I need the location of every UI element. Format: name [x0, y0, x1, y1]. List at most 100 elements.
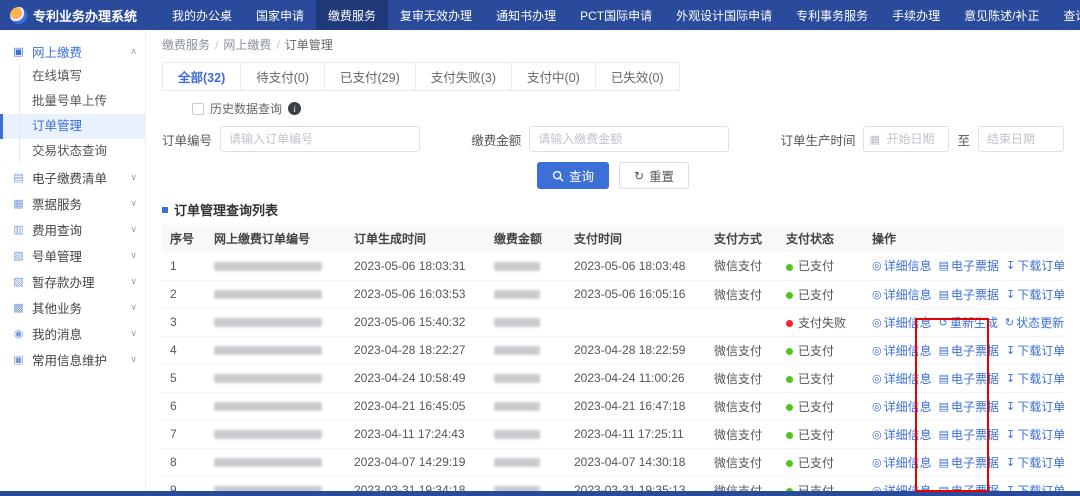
redacted-amount: [494, 290, 540, 300]
status-text: 已支付: [798, 399, 835, 414]
nav-item[interactable]: 国家申请: [244, 0, 316, 30]
action-details[interactable]: ◎ 详细信息: [872, 286, 932, 303]
order-no-input[interactable]: [220, 126, 421, 152]
history-checkbox[interactable]: [192, 102, 204, 115]
action-details[interactable]: ◎ 详细信息: [872, 482, 932, 492]
download-order-icon: ↧: [1006, 400, 1016, 413]
sidebar-item[interactable]: 交易状态查询: [0, 139, 145, 164]
redacted-order-number: [214, 290, 322, 300]
nav-item[interactable]: PCT国际申请: [568, 0, 664, 30]
nav-item[interactable]: 外观设计国际申请: [664, 0, 784, 30]
action-details[interactable]: ◎ 详细信息: [872, 370, 932, 387]
cell-amount: [486, 336, 566, 365]
sidebar-group[interactable]: ▧ 号单管理 ∨: [0, 242, 145, 268]
history-label: 历史数据查询: [210, 102, 283, 116]
tab[interactable]: 已失效(0): [595, 62, 680, 91]
chevron-down-icon: ∨: [130, 353, 137, 364]
sidebar-item[interactable]: 在线填写: [0, 64, 145, 89]
action-details[interactable]: ◎ 详细信息: [872, 454, 932, 471]
sidebar-group[interactable]: ▤ 电子缴费清单 ∨: [0, 164, 145, 190]
tab[interactable]: 待支付(0): [241, 62, 326, 91]
action-e-invoice[interactable]: ▤ 电子票据: [939, 342, 999, 359]
action-e-invoice[interactable]: ▤ 电子票据: [939, 454, 999, 471]
table-row: 2 2023-05-06 16:03:53 2023-05-06 16:05:1…: [162, 280, 1064, 309]
list-title-row: 订单管理查询列表: [162, 200, 1064, 219]
end-date-input[interactable]: [978, 126, 1064, 152]
action-download-order[interactable]: ↧ 下载订单: [1006, 454, 1064, 471]
breadcrumb-item[interactable]: 网上缴费: [223, 38, 271, 52]
action-download-order[interactable]: ↧ 下载订单: [1006, 342, 1064, 359]
action-download-order[interactable]: ↧ 下载订单: [1006, 398, 1064, 415]
status-text: 已支付: [798, 427, 835, 442]
action-e-invoice[interactable]: ▤ 电子票据: [939, 286, 999, 303]
action-e-invoice[interactable]: ▤ 电子票据: [939, 370, 999, 387]
tab[interactable]: 已支付(29): [325, 62, 416, 91]
app-brand: 专利业务办理系统: [0, 0, 160, 30]
action-e-invoice[interactable]: ▤ 电子票据: [939, 257, 999, 274]
tab[interactable]: 支付中(0): [512, 62, 596, 91]
nav-item[interactable]: 我的办公桌: [160, 0, 244, 30]
info-icon[interactable]: i: [288, 102, 302, 115]
cell-seq: 6: [162, 392, 206, 421]
sidebar-group[interactable]: ▨ 暂存款办理 ∨: [0, 268, 145, 294]
details-icon: ◎: [872, 428, 882, 441]
action-status-update[interactable]: ↻ 状态更新: [1005, 314, 1064, 331]
nav-item[interactable]: 复审无效办理: [388, 0, 484, 30]
action-download-order[interactable]: ↧ 下载订单: [1006, 482, 1064, 492]
sidebar-item[interactable]: 批量号单上传: [0, 89, 145, 114]
action-details[interactable]: ◎ 详细信息: [872, 314, 932, 331]
cell-seq: 2: [162, 280, 206, 309]
action-regenerate[interactable]: ↺ 重新生成: [939, 314, 998, 331]
cell-pay-status: 已支付: [778, 392, 864, 421]
download-order-icon: ↧: [1006, 372, 1016, 385]
sidebar-group[interactable]: ▣ 网上缴费 ∧: [0, 38, 145, 64]
action-details[interactable]: ◎ 详细信息: [872, 342, 932, 359]
status-text: 已支付: [798, 287, 835, 302]
action-e-invoice[interactable]: ▤ 电子票据: [939, 398, 999, 415]
column-header: 订单生成时间: [346, 225, 486, 252]
action-details[interactable]: ◎ 详细信息: [872, 257, 932, 274]
start-date-input[interactable]: [863, 126, 950, 152]
cell-order-no: [206, 448, 346, 477]
breadcrumb-item[interactable]: 缴费服务: [162, 38, 210, 52]
order-time-filter: 订单生产时间 ▦ 至: [780, 126, 1064, 152]
sidebar-item[interactable]: 订单管理: [0, 114, 145, 139]
cell-seq: 1: [162, 252, 206, 281]
chevron-up-icon: ∧: [130, 45, 137, 56]
sidebar-group[interactable]: ◉ 我的消息 ∨: [0, 320, 145, 346]
tab[interactable]: 全部(32): [162, 62, 242, 91]
action-download-order[interactable]: ↧ 下载订单: [1006, 286, 1064, 303]
amount-input[interactable]: [529, 126, 730, 152]
e-invoice-icon: ▤: [938, 456, 950, 469]
nav-item[interactable]: 通知书办理: [484, 0, 568, 30]
reset-button[interactable]: ↻ 重置: [618, 162, 690, 189]
action-details[interactable]: ◎ 详细信息: [872, 398, 932, 415]
redacted-amount: [494, 458, 540, 468]
action-download-order[interactable]: ↧ 下载订单: [1006, 426, 1064, 443]
cell-pay-status: 已支付: [778, 252, 864, 281]
tab[interactable]: 支付失败(3): [415, 62, 513, 91]
nav-item[interactable]: 查询统计: [1051, 0, 1080, 30]
action-details[interactable]: ◎ 详细信息: [872, 426, 932, 443]
action-e-invoice[interactable]: ▤ 电子票据: [939, 426, 999, 443]
status-dot: [786, 431, 793, 439]
nav-item[interactable]: 缴费服务: [316, 0, 389, 30]
sidebar-group[interactable]: ▦ 票据服务 ∨: [0, 190, 145, 216]
sidebar-group[interactable]: ▣ 常用信息维护 ∨: [0, 346, 145, 372]
cell-pay-status: 已支付: [778, 476, 864, 491]
date-range-to-label: 至: [957, 133, 970, 148]
cell-paid-time: 2023-05-06 18:03:48: [566, 252, 706, 281]
redacted-amount: [494, 402, 540, 412]
breadcrumb-current: 订单管理: [284, 38, 333, 52]
action-download-order[interactable]: ↧ 下载订单: [1006, 370, 1064, 387]
sidebar-group[interactable]: ▩ 其他业务 ∨: [0, 294, 145, 320]
action-download-order[interactable]: ↧ 下载订单: [1006, 257, 1064, 274]
action-e-invoice[interactable]: ▤ 电子票据: [939, 482, 999, 492]
cell-seq: 3: [162, 308, 206, 337]
nav-item[interactable]: 手续办理: [880, 0, 952, 30]
table-row: 4 2023-04-28 18:22:27 2023-04-28 18:22:5…: [162, 336, 1064, 365]
nav-item[interactable]: 意见陈述/补正: [952, 0, 1051, 30]
sidebar-group[interactable]: ▥ 费用查询 ∨: [0, 216, 145, 242]
nav-item[interactable]: 专利事务服务: [784, 0, 880, 30]
search-button[interactable]: 查询: [536, 162, 609, 189]
